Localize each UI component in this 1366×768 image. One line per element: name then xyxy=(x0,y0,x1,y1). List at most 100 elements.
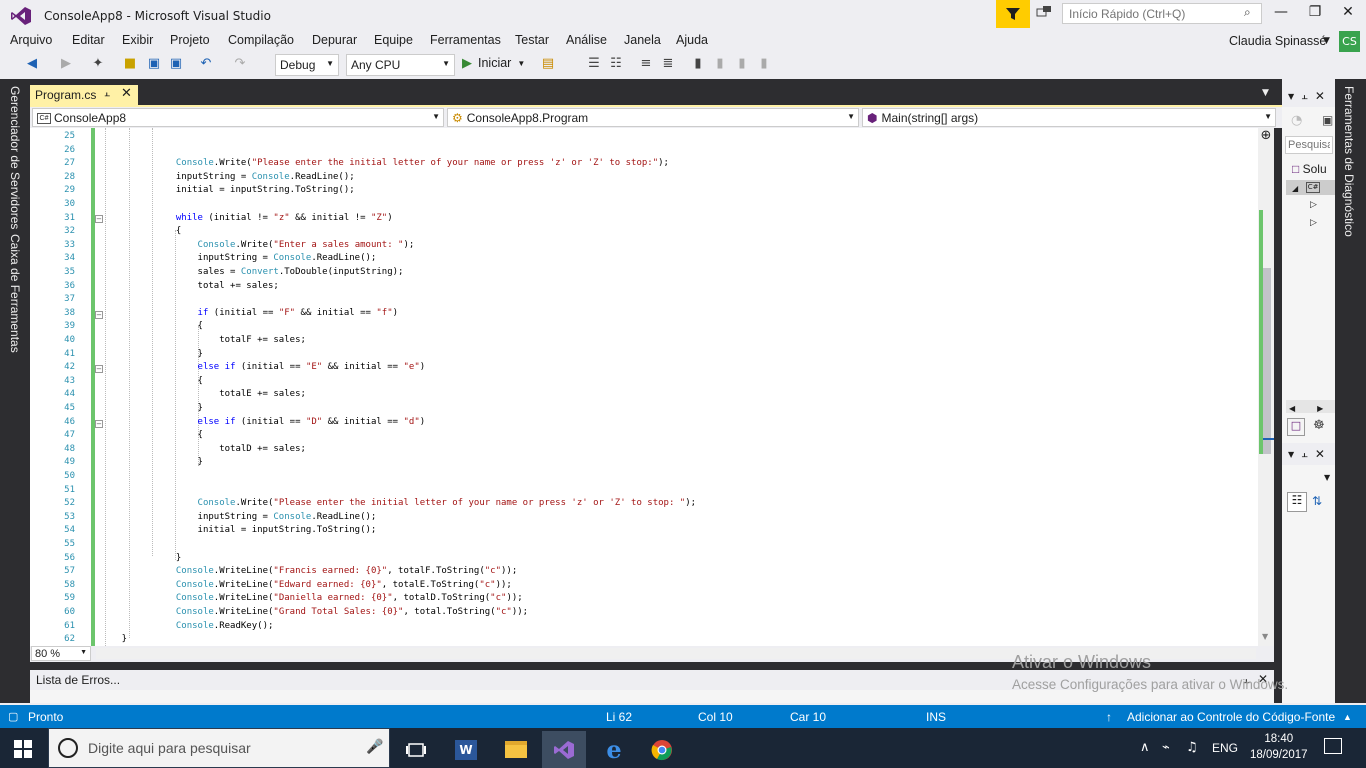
restore-button[interactable]: ❐ xyxy=(1300,4,1330,24)
close-icon[interactable]: ✕ xyxy=(1315,447,1325,461)
microphone-icon[interactable]: 🎤 xyxy=(366,739,383,755)
member-select[interactable]: ⬢ Main(string[] args) ▼ xyxy=(862,108,1276,127)
language-indicator[interactable]: ENG xyxy=(1212,741,1238,755)
class-select[interactable]: ⚙ ConsoleApp8.Program ▼ xyxy=(447,108,859,127)
home-icon[interactable]: ◔ xyxy=(1291,113,1302,128)
tree-item-project[interactable]: ◢ C# xyxy=(1286,180,1335,195)
code-line[interactable]: Console.WriteLine("Grand Total Sales: {0… xyxy=(100,606,528,620)
code-line[interactable]: { xyxy=(100,429,203,443)
save-icon[interactable]: ▣ xyxy=(146,56,162,72)
pin-icon[interactable]: ⫠ xyxy=(104,88,110,99)
code-line[interactable]: totalE += sales; xyxy=(100,388,306,402)
browser-link-icon[interactable]: ▤ xyxy=(540,56,556,72)
chevron-down-icon[interactable]: ▼ xyxy=(1288,450,1294,459)
code-line[interactable]: { xyxy=(100,225,181,239)
chrome-browser-icon[interactable] xyxy=(640,731,684,768)
code-line[interactable]: while (initial != "z" && initial != "Z") xyxy=(100,212,393,226)
redo-icon[interactable]: ↷ xyxy=(232,56,248,72)
code-line[interactable]: inputString = Console.ReadLine(); xyxy=(100,511,377,525)
clear-bookmarks-icon[interactable]: ▮ xyxy=(756,56,772,72)
menu-arquivo[interactable]: Arquivo xyxy=(10,33,52,47)
undo-icon[interactable]: ↶ xyxy=(198,56,214,72)
close-icon[interactable]: ✕ xyxy=(1315,89,1325,103)
code-line[interactable]: } xyxy=(100,456,203,470)
categorized-icon[interactable]: ☷ xyxy=(1287,492,1307,512)
windows-start-icon[interactable] xyxy=(14,740,32,758)
code-line[interactable]: totalF += sales; xyxy=(100,334,306,348)
search-icon[interactable]: ⌕ xyxy=(1244,5,1251,20)
next-bookmark-icon[interactable]: ▮ xyxy=(734,56,750,72)
close-button[interactable]: ✕ xyxy=(1333,4,1363,24)
code-line[interactable]: if (initial == "F" && initial == "f") xyxy=(100,307,399,321)
menu-testar[interactable]: Testar xyxy=(515,33,549,47)
step-icon[interactable]: ☰ xyxy=(586,56,602,72)
solution-search-input[interactable] xyxy=(1285,136,1333,154)
tree-expand-icon[interactable]: ▷ xyxy=(1310,218,1317,228)
notification-filter-icon[interactable] xyxy=(996,0,1030,28)
source-control-button[interactable]: Adicionar ao Controle do Código-Fonte xyxy=(1127,710,1335,724)
split-editor-icon[interactable]: ⊕ xyxy=(1258,128,1274,146)
action-center-icon[interactable] xyxy=(1324,738,1342,754)
project-select[interactable]: C# ConsoleApp8 ▼ xyxy=(32,108,444,127)
user-name[interactable]: Claudia Spinassé xyxy=(1229,34,1326,48)
file-explorer-icon[interactable] xyxy=(494,731,538,768)
menu-exibir[interactable]: Exibir xyxy=(122,33,153,47)
toolbox-tab[interactable]: Caixa de Ferramentas xyxy=(8,234,22,353)
code-line[interactable]: Console.Write("Please enter the initial … xyxy=(100,157,669,171)
menu-depurar[interactable]: Depurar xyxy=(312,33,357,47)
solution-explorer-icon[interactable]: ☷ xyxy=(608,56,624,72)
alphabetical-icon[interactable]: ⇅ xyxy=(1312,494,1322,508)
pin-icon[interactable]: ⫠ xyxy=(1301,89,1308,103)
arrow-up-icon[interactable]: ↑ xyxy=(1106,710,1112,724)
task-view-icon[interactable] xyxy=(394,731,438,768)
save-all-icon[interactable]: ▣ xyxy=(168,56,184,72)
code-line[interactable]: Console.WriteLine("Edward earned: {0}", … xyxy=(100,579,512,593)
menu-equipe[interactable]: Equipe xyxy=(374,33,413,47)
bookmark-icon[interactable]: ▮ xyxy=(690,56,706,72)
tray-chevron-up-icon[interactable]: ∧ xyxy=(1140,740,1150,755)
code-line[interactable]: else if (initial == "E" && initial == "e… xyxy=(100,361,426,375)
menu-analise[interactable]: Análise xyxy=(566,33,607,47)
code-line[interactable]: total += sales; xyxy=(100,280,279,294)
network-icon[interactable]: ⌁ xyxy=(1162,740,1170,755)
word-app-icon[interactable]: W xyxy=(444,731,488,768)
quick-launch-input[interactable] xyxy=(1062,3,1262,24)
tree-expand-icon[interactable]: ▷ xyxy=(1310,200,1317,210)
menu-compilacao[interactable]: Compilação xyxy=(228,33,294,47)
menu-ferramentas[interactable]: Ferramentas xyxy=(430,33,501,47)
open-folder-icon[interactable]: ■ xyxy=(122,56,138,72)
taskbar-clock[interactable]: 18:40 18/09/2017 xyxy=(1250,731,1308,763)
chevron-down-icon[interactable]: ▼ xyxy=(1323,36,1330,46)
back-icon[interactable]: ◀ xyxy=(24,56,40,72)
volume-icon[interactable]: ♫ xyxy=(1186,740,1198,755)
pin-icon[interactable]: ⫠ xyxy=(1301,447,1308,461)
code-line[interactable]: } xyxy=(100,633,127,646)
sync-icon[interactable]: ▣ xyxy=(1322,113,1333,127)
team-explorer-tab-icon[interactable]: ☸ xyxy=(1313,418,1325,433)
format-icon[interactable]: ≡ xyxy=(638,56,654,72)
forward-icon[interactable]: ▶ xyxy=(58,56,74,72)
code-line[interactable]: { xyxy=(100,375,203,389)
code-editor[interactable]: − − − − 25 26 27 Console.Write("Please ent… xyxy=(30,128,1258,646)
code-line[interactable]: initial = inputString.ToString(); xyxy=(100,524,377,538)
scroll-down-icon[interactable]: ▼ xyxy=(1262,632,1268,641)
edge-browser-icon[interactable]: e xyxy=(592,731,636,768)
menu-projeto[interactable]: Projeto xyxy=(170,33,210,47)
code-line[interactable]: else if (initial == "D" && initial == "d… xyxy=(100,416,426,430)
code-line[interactable]: Console.WriteLine("Daniella earned: {0}"… xyxy=(100,592,523,606)
code-line[interactable]: } xyxy=(100,348,203,362)
chevron-down-icon[interactable]: ▼ xyxy=(1288,92,1294,101)
close-icon[interactable]: ✕ xyxy=(121,86,132,101)
code-line[interactable]: sales = Convert.ToDouble(inputString); xyxy=(100,266,404,280)
zoom-select[interactable]: 80 % ▼ xyxy=(31,646,91,661)
server-explorer-tab[interactable]: Gerenciador de Servidores xyxy=(8,86,22,229)
new-project-icon[interactable]: ✦ xyxy=(90,56,106,72)
code-line[interactable]: totalD += sales; xyxy=(100,443,306,457)
prev-bookmark-icon[interactable]: ▮ xyxy=(712,56,728,72)
menu-janela[interactable]: Janela xyxy=(624,33,661,47)
comment-icon[interactable]: ≣ xyxy=(660,56,676,72)
start-debugging-button[interactable]: ▶ Iniciar ▼ xyxy=(462,55,525,71)
menu-ajuda[interactable]: Ajuda xyxy=(676,33,708,47)
panel-horizontal-scrollbar[interactable]: ◀ ▶ xyxy=(1286,400,1335,413)
code-line[interactable]: Console.ReadKey(); xyxy=(100,620,274,634)
